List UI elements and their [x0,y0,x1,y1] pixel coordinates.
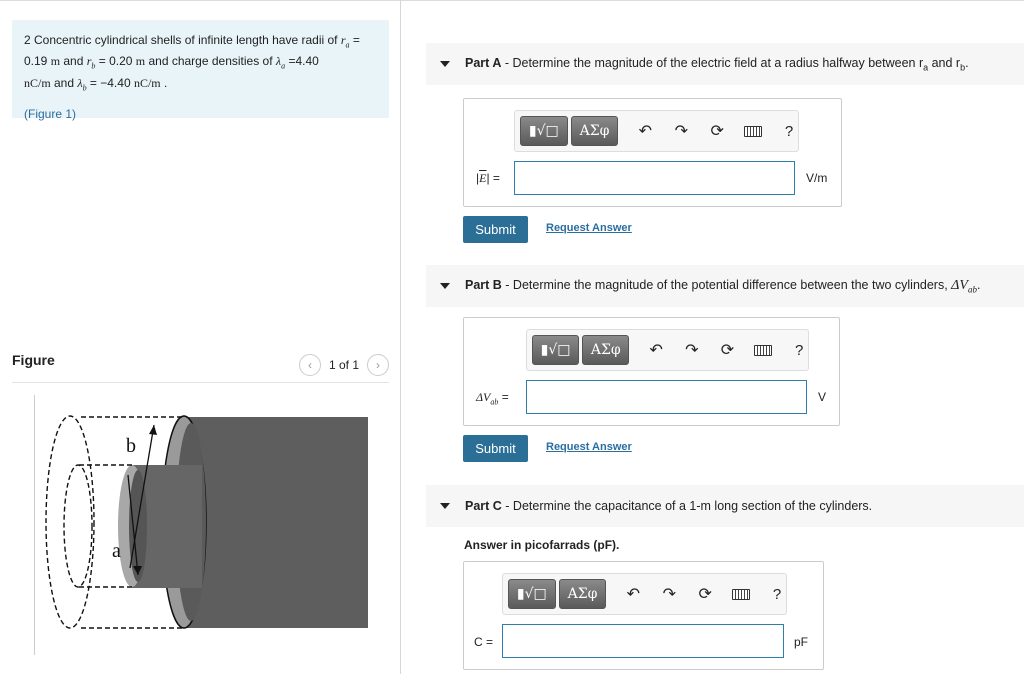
part-c-answer-input[interactable] [502,624,784,658]
part-c-title: Part C - Determine the capacitance of a … [465,499,873,513]
keyboard-icon[interactable] [754,341,773,359]
part-c-answer-box: ▮√□ ΑΣφ ↶ ↷ ⟳ ? C = pF [463,561,824,670]
panel-divider [400,0,401,674]
reset-icon[interactable]: ⟳ [696,585,714,603]
greek-symbols-button[interactable]: ΑΣφ [570,116,619,146]
part-c-toolbar: ▮√□ ΑΣφ ↶ ↷ ⟳ ? [502,573,787,615]
part-b-toolbar: ▮√□ ΑΣφ ↶ ↷ ⟳ ? [526,329,809,371]
part-b-input-label: ΔVab = [476,390,509,407]
redo-icon[interactable]: ↷ [672,122,690,140]
part-a-unit: V/m [806,171,828,185]
part-c-instruction: Answer in picofarrads (pF). [464,538,620,552]
keyboard-icon[interactable] [744,122,763,140]
part-b-unit: V [818,390,827,404]
collapse-triangle-icon[interactable] [440,61,450,67]
reset-icon[interactable]: ⟳ [719,341,737,359]
part-b-answer-box: ▮√□ ΑΣφ ↶ ↷ ⟳ ? ΔVab = V [463,317,840,426]
top-border [0,0,1024,1]
inner-cylinder-inner-face [129,470,147,582]
collapse-triangle-icon[interactable] [440,503,450,509]
problem-statement: 2 Concentric cylindrical shells of infin… [12,20,389,121]
part-b-submit-button[interactable]: Submit [463,435,528,462]
figure-pager: ‹ 1 of 1 › [298,354,389,376]
undo-icon[interactable]: ↶ [636,122,654,140]
part-b-header[interactable]: Part B - Determine the magnitude of the … [426,265,1024,307]
templates-button[interactable]: ▮√□ [508,579,556,609]
part-c-header[interactable]: Part C - Determine the capacitance of a … [426,485,1024,527]
outer-cylinder-body [182,417,368,628]
templates-button[interactable]: ▮√□ [532,335,580,365]
redo-icon[interactable]: ↷ [683,341,701,359]
part-a-input-label: |E| = [476,171,500,185]
keyboard-icon[interactable] [732,585,751,603]
undo-icon[interactable]: ↶ [624,585,642,603]
part-a-request-answer-link[interactable]: Request Answer [546,222,632,234]
label-a: a [112,540,121,562]
figure-link[interactable]: (Figure 1) [24,106,76,122]
part-b-request-answer-link[interactable]: Request Answer [546,441,632,453]
help-icon[interactable]: ? [790,341,808,359]
part-a-answer-input[interactable] [514,161,795,195]
figure-title: Figure [12,352,55,368]
part-a-answer-box: ▮√□ ΑΣφ ↶ ↷ ⟳ ? |E| = V/m [463,98,842,207]
dashed-outer-ring [45,415,95,629]
part-a-title: Part A - Determine the magnitude of the … [465,55,969,73]
reset-icon[interactable]: ⟳ [708,122,726,140]
chevron-left-icon[interactable]: ‹ [298,354,321,376]
templates-button[interactable]: ▮√□ [520,116,568,146]
pager-text: 1 of 1 [328,358,359,372]
part-a-submit-button[interactable]: Submit [463,216,528,243]
part-c-input-label: C = [474,635,494,649]
part-a-header[interactable]: Part A - Determine the magnitude of the … [426,43,1024,85]
collapse-triangle-icon[interactable] [440,283,450,289]
part-a-toolbar: ▮√□ ΑΣφ ↶ ↷ ⟳ ? [514,110,799,152]
cylinder-figure: b a [45,415,368,629]
redo-icon[interactable]: ↷ [660,585,678,603]
label-b: b [126,435,136,457]
problem-text: 2 Concentric cylindrical shells of infin… [24,33,360,93]
undo-icon[interactable]: ↶ [647,341,665,359]
help-icon[interactable]: ? [780,122,798,140]
part-b-title: Part B - Determine the magnitude of the … [465,277,981,295]
dashed-inner-ring [63,464,93,588]
greek-symbols-button[interactable]: ΑΣφ [582,335,630,365]
help-icon[interactable]: ? [768,585,786,603]
part-c-unit: pF [794,635,809,649]
figure-header: Figure ‹ 1 of 1 › [12,352,389,383]
part-b-answer-input[interactable] [526,380,807,414]
greek-symbols-button[interactable]: ΑΣφ [558,579,607,609]
chevron-right-icon[interactable]: › [367,354,389,376]
